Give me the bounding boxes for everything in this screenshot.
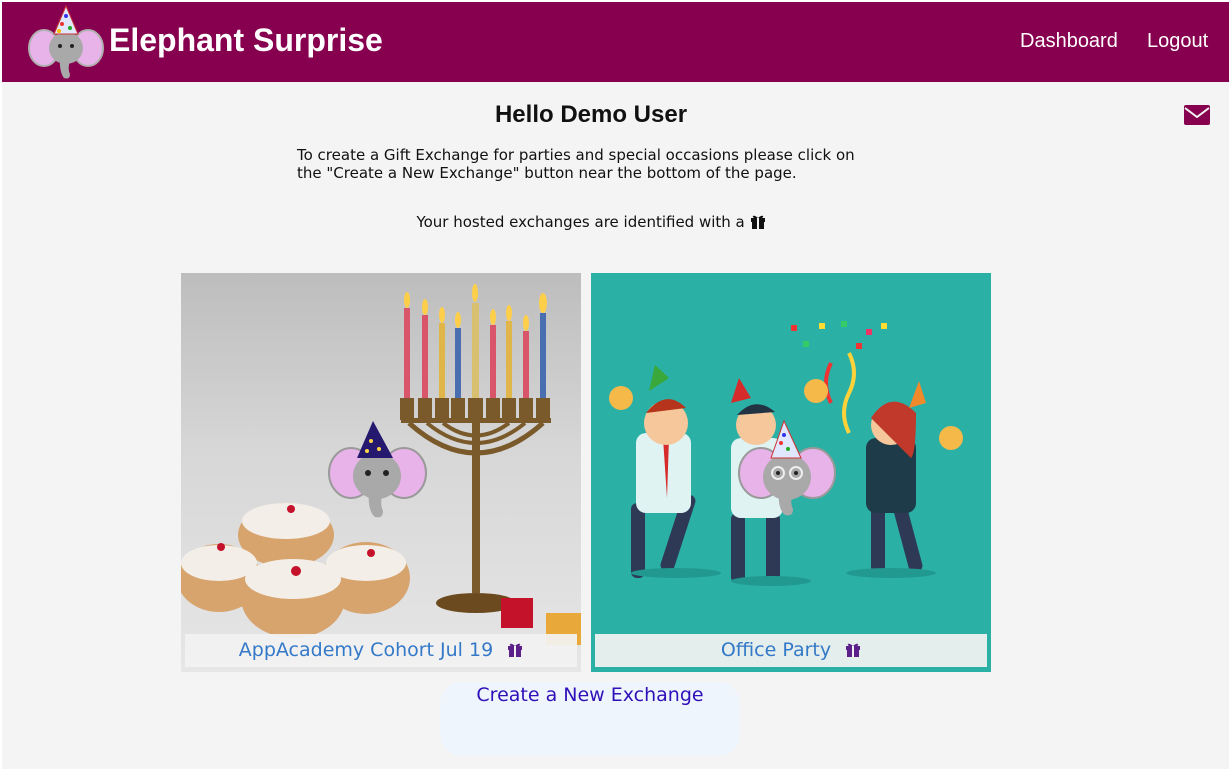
brand-title[interactable]: Elephant Surprise <box>109 22 383 59</box>
hosted-note: Your hosted exchanges are identified wit… <box>0 213 1182 231</box>
exchange-caption[interactable]: AppAcademy Cohort Jul 19 <box>185 634 577 667</box>
gift-icon <box>750 215 765 229</box>
menorah-donuts-image <box>181 284 581 645</box>
donuts <box>181 503 410 638</box>
nav-logout-link[interactable]: Logout <box>1147 30 1208 53</box>
create-exchange-button[interactable]: Create a New Exchange <box>440 682 740 756</box>
exchange-title[interactable]: Office Party <box>721 639 831 661</box>
exchange-card[interactable]: AppAcademy Cohort Jul 19 <box>181 273 581 672</box>
exchange-card[interactable]: Office Party <box>591 273 991 672</box>
party-elephant-logo[interactable] <box>26 4 106 82</box>
menorah <box>400 284 551 613</box>
gift-icon <box>508 643 523 657</box>
exchange-caption[interactable]: Office Party <box>595 634 987 667</box>
intro-text: To create a Gift Exchange for parties an… <box>297 146 855 182</box>
party-elephant-mascot <box>328 421 427 518</box>
exchange-title[interactable]: AppAcademy Cohort Jul 19 <box>239 639 493 661</box>
gift-icon <box>846 643 861 657</box>
hosted-note-text: Your hosted exchanges are identified wit… <box>416 213 745 231</box>
top-navbar: Elephant Surprise Dashboard Logout <box>2 2 1229 82</box>
page-greeting: Hello Demo User <box>494 101 688 128</box>
office-party-image <box>609 321 963 586</box>
envelope-icon[interactable] <box>1184 105 1210 125</box>
nav-dashboard-link[interactable]: Dashboard <box>1020 30 1118 53</box>
